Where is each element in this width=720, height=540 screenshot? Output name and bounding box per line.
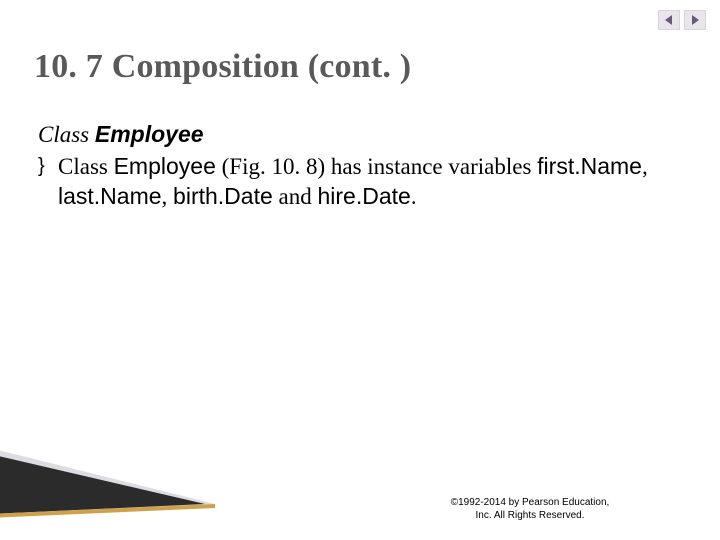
subheading-class-name: Employee	[95, 121, 204, 147]
bullet-text: Class Employee (Fig. 10. 8) has instance…	[58, 152, 680, 212]
text-run: ,	[642, 154, 648, 179]
arrow-left-icon	[663, 14, 675, 26]
code-run: hire.Date	[317, 183, 410, 209]
code-run: birth.Date	[173, 183, 273, 209]
code-run: Employee	[114, 153, 216, 179]
code-run: first.Name	[537, 153, 642, 179]
footer-line: Inc. All Rights Reserved.	[400, 510, 660, 523]
copyright-footer: ©1992-2014 by Pearson Education, Inc. Al…	[400, 497, 660, 522]
bullet-item: } Class Employee (Fig. 10. 8) has instan…	[38, 152, 680, 212]
text-run: Class	[58, 154, 114, 179]
slide-title: 10. 7 Composition (cont. )	[34, 48, 411, 86]
text-run: .	[411, 184, 417, 209]
decorative-wedge	[0, 448, 215, 518]
subheading-prefix: Class	[38, 122, 95, 147]
arrow-right-icon	[689, 14, 701, 26]
subheading: Class Employee	[38, 120, 680, 150]
next-slide-button[interactable]	[684, 10, 706, 30]
text-run: (Fig. 10. 8) has instance variables	[216, 154, 537, 179]
footer-line: ©1992-2014 by Pearson Education,	[400, 497, 660, 510]
slide: 10. 7 Composition (cont. ) Class Employe…	[0, 0, 720, 540]
nav-controls	[658, 10, 706, 30]
text-run: and	[273, 184, 318, 209]
prev-slide-button[interactable]	[658, 10, 680, 30]
bullet-marker: }	[38, 152, 58, 180]
slide-content: Class Employee } Class Employee (Fig. 10…	[38, 120, 680, 211]
code-run: last.Name	[58, 183, 162, 209]
text-run: ,	[162, 184, 174, 209]
